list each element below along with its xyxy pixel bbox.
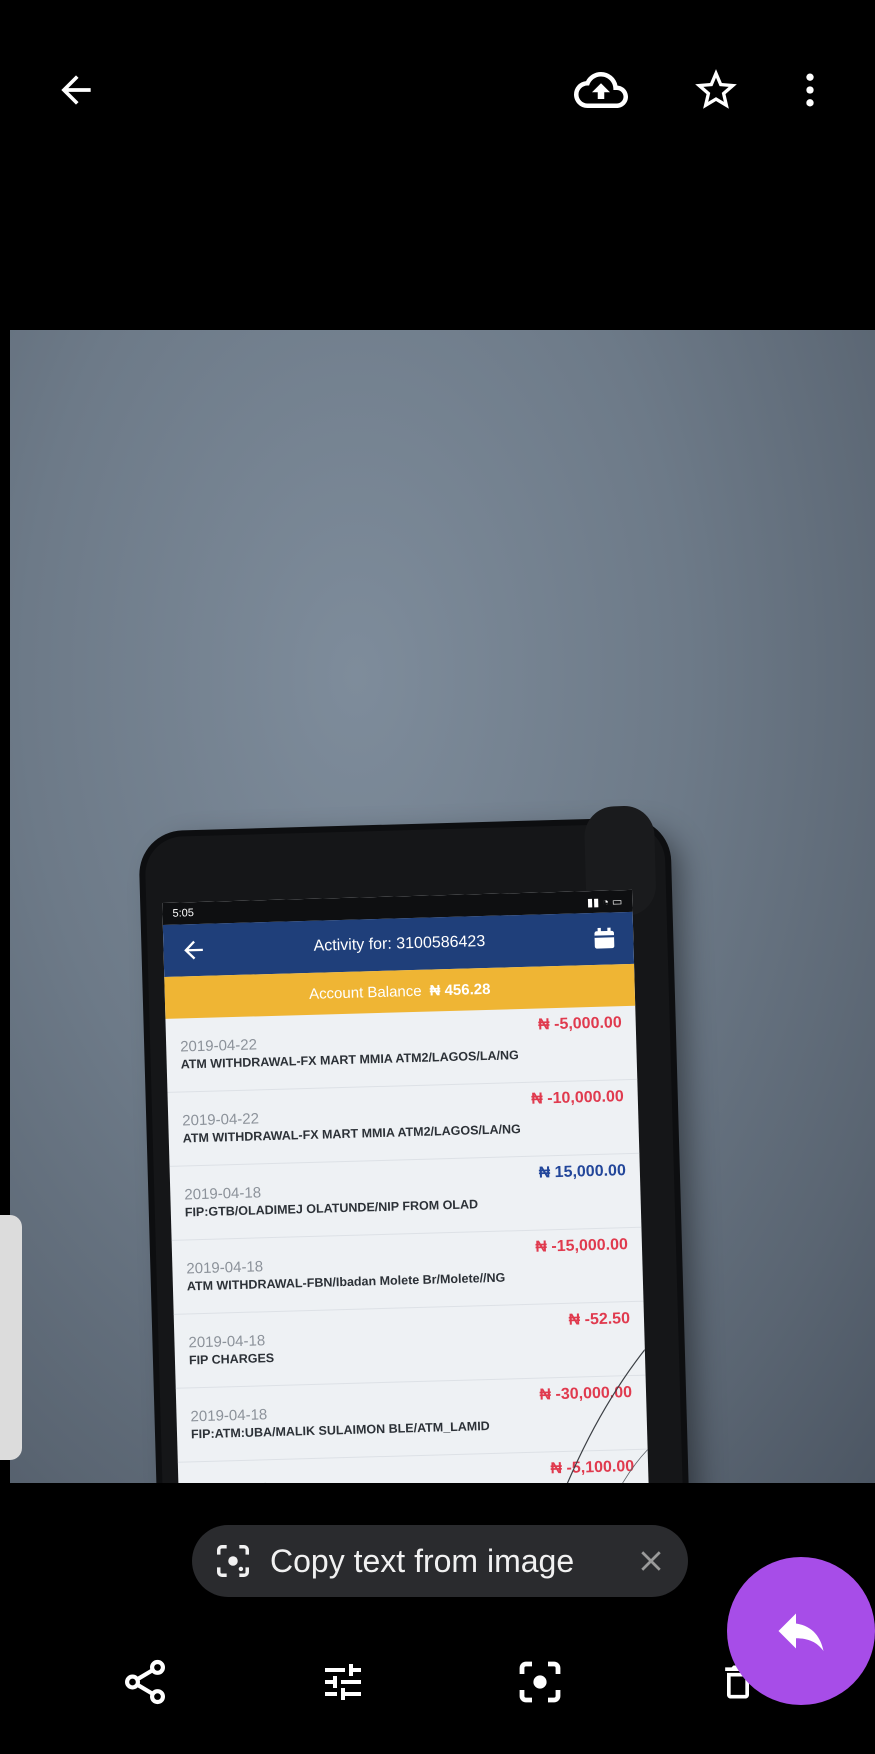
- transaction-amount: ₦ -15,000.00: [535, 1236, 629, 1256]
- more-options-button[interactable]: [785, 58, 835, 122]
- favorite-button[interactable]: [680, 58, 752, 122]
- edit-tune-icon: [325, 1664, 361, 1700]
- arrow-left-icon: [61, 75, 91, 105]
- share-icon: [125, 1659, 165, 1705]
- phone-transaction-row: 2019-04-22 ATM WITHDRAWAL-FX MART MMIA AT…: [167, 1079, 640, 1167]
- transaction-amount: ₦ -52.50: [568, 1310, 631, 1329]
- edit-button[interactable]: [313, 1652, 373, 1712]
- phone-screen: 5:05 ▮▮ ◔ ▭ Activity for: 3100586423 Acc…: [162, 889, 656, 1483]
- transaction-amount: ₦ -10,000.00: [531, 1088, 625, 1108]
- phone-transaction-row: 2019-04-18 FIP:GTB/OLADIMEJ OLATUNDE/NIP …: [169, 1153, 642, 1241]
- phone-back-arrow-icon: [184, 940, 203, 960]
- lens-button[interactable]: [510, 1652, 570, 1712]
- back-button[interactable]: [40, 60, 112, 120]
- star-icon: [695, 69, 737, 109]
- transaction-amount: ₦ -5,100.00: [550, 1458, 635, 1478]
- viewer-top-bar: [0, 0, 875, 330]
- close-icon[interactable]: [636, 1546, 666, 1576]
- phone-transaction-row: 2019-04-18 ATM WITHDRAWAL-FBN/Ibadan Mole…: [171, 1227, 644, 1315]
- phone-balance-value: ₦ 456.28: [429, 980, 491, 1000]
- transaction-amount: ₦ -5,000.00: [537, 1014, 622, 1034]
- photo-image[interactable]: 5:05 ▮▮ ◔ ▭ Activity for: 3100586423 Acc…: [10, 330, 875, 1483]
- phone-transaction-list: 2019-04-22 ATM WITHDRAWAL-FX MART MMIA AT…: [165, 1005, 653, 1483]
- phone-status-icons: ▮▮ ◔ ▭: [586, 895, 623, 909]
- phone-status-time: 5:05: [172, 907, 195, 920]
- reply-fab[interactable]: [727, 1557, 875, 1705]
- transaction-amount: ₦ -30,000.00: [539, 1384, 633, 1404]
- phone-calendar-icon: [594, 927, 615, 949]
- lens-icon: [519, 1661, 561, 1703]
- cloud-upload-icon: [574, 72, 628, 108]
- phone-transaction-row: 2019-04-18 FIP:ATM:UBA/MALIK SULAIMON BLE…: [175, 1375, 648, 1463]
- phone-balance-label: Account Balance: [308, 982, 422, 1003]
- more-vert-icon: [806, 73, 814, 107]
- transaction-amount: ₦ 15,000.00: [538, 1162, 627, 1182]
- copy-text-chip[interactable]: Copy text from image: [192, 1525, 688, 1597]
- upload-button[interactable]: [565, 58, 637, 122]
- lens-scan-icon: [217, 1545, 249, 1577]
- phone-transaction-row: 2019-04-22 ATM WITHDRAWAL-FX MART MMIA AT…: [165, 1005, 638, 1093]
- photographed-phone: 5:05 ▮▮ ◔ ▭ Activity for: 3100586423 Acc…: [144, 805, 692, 1483]
- phone-header-title: Activity for: 3100586423: [313, 932, 486, 955]
- reply-icon: [778, 1613, 824, 1651]
- copy-text-label: Copy text from image: [270, 1542, 575, 1579]
- left-edge-handle[interactable]: [0, 1215, 22, 1460]
- phone-transaction-row: 2019-04-18 FIP CHARGES ₦ -52.50: [173, 1301, 646, 1389]
- share-button[interactable]: [115, 1652, 175, 1712]
